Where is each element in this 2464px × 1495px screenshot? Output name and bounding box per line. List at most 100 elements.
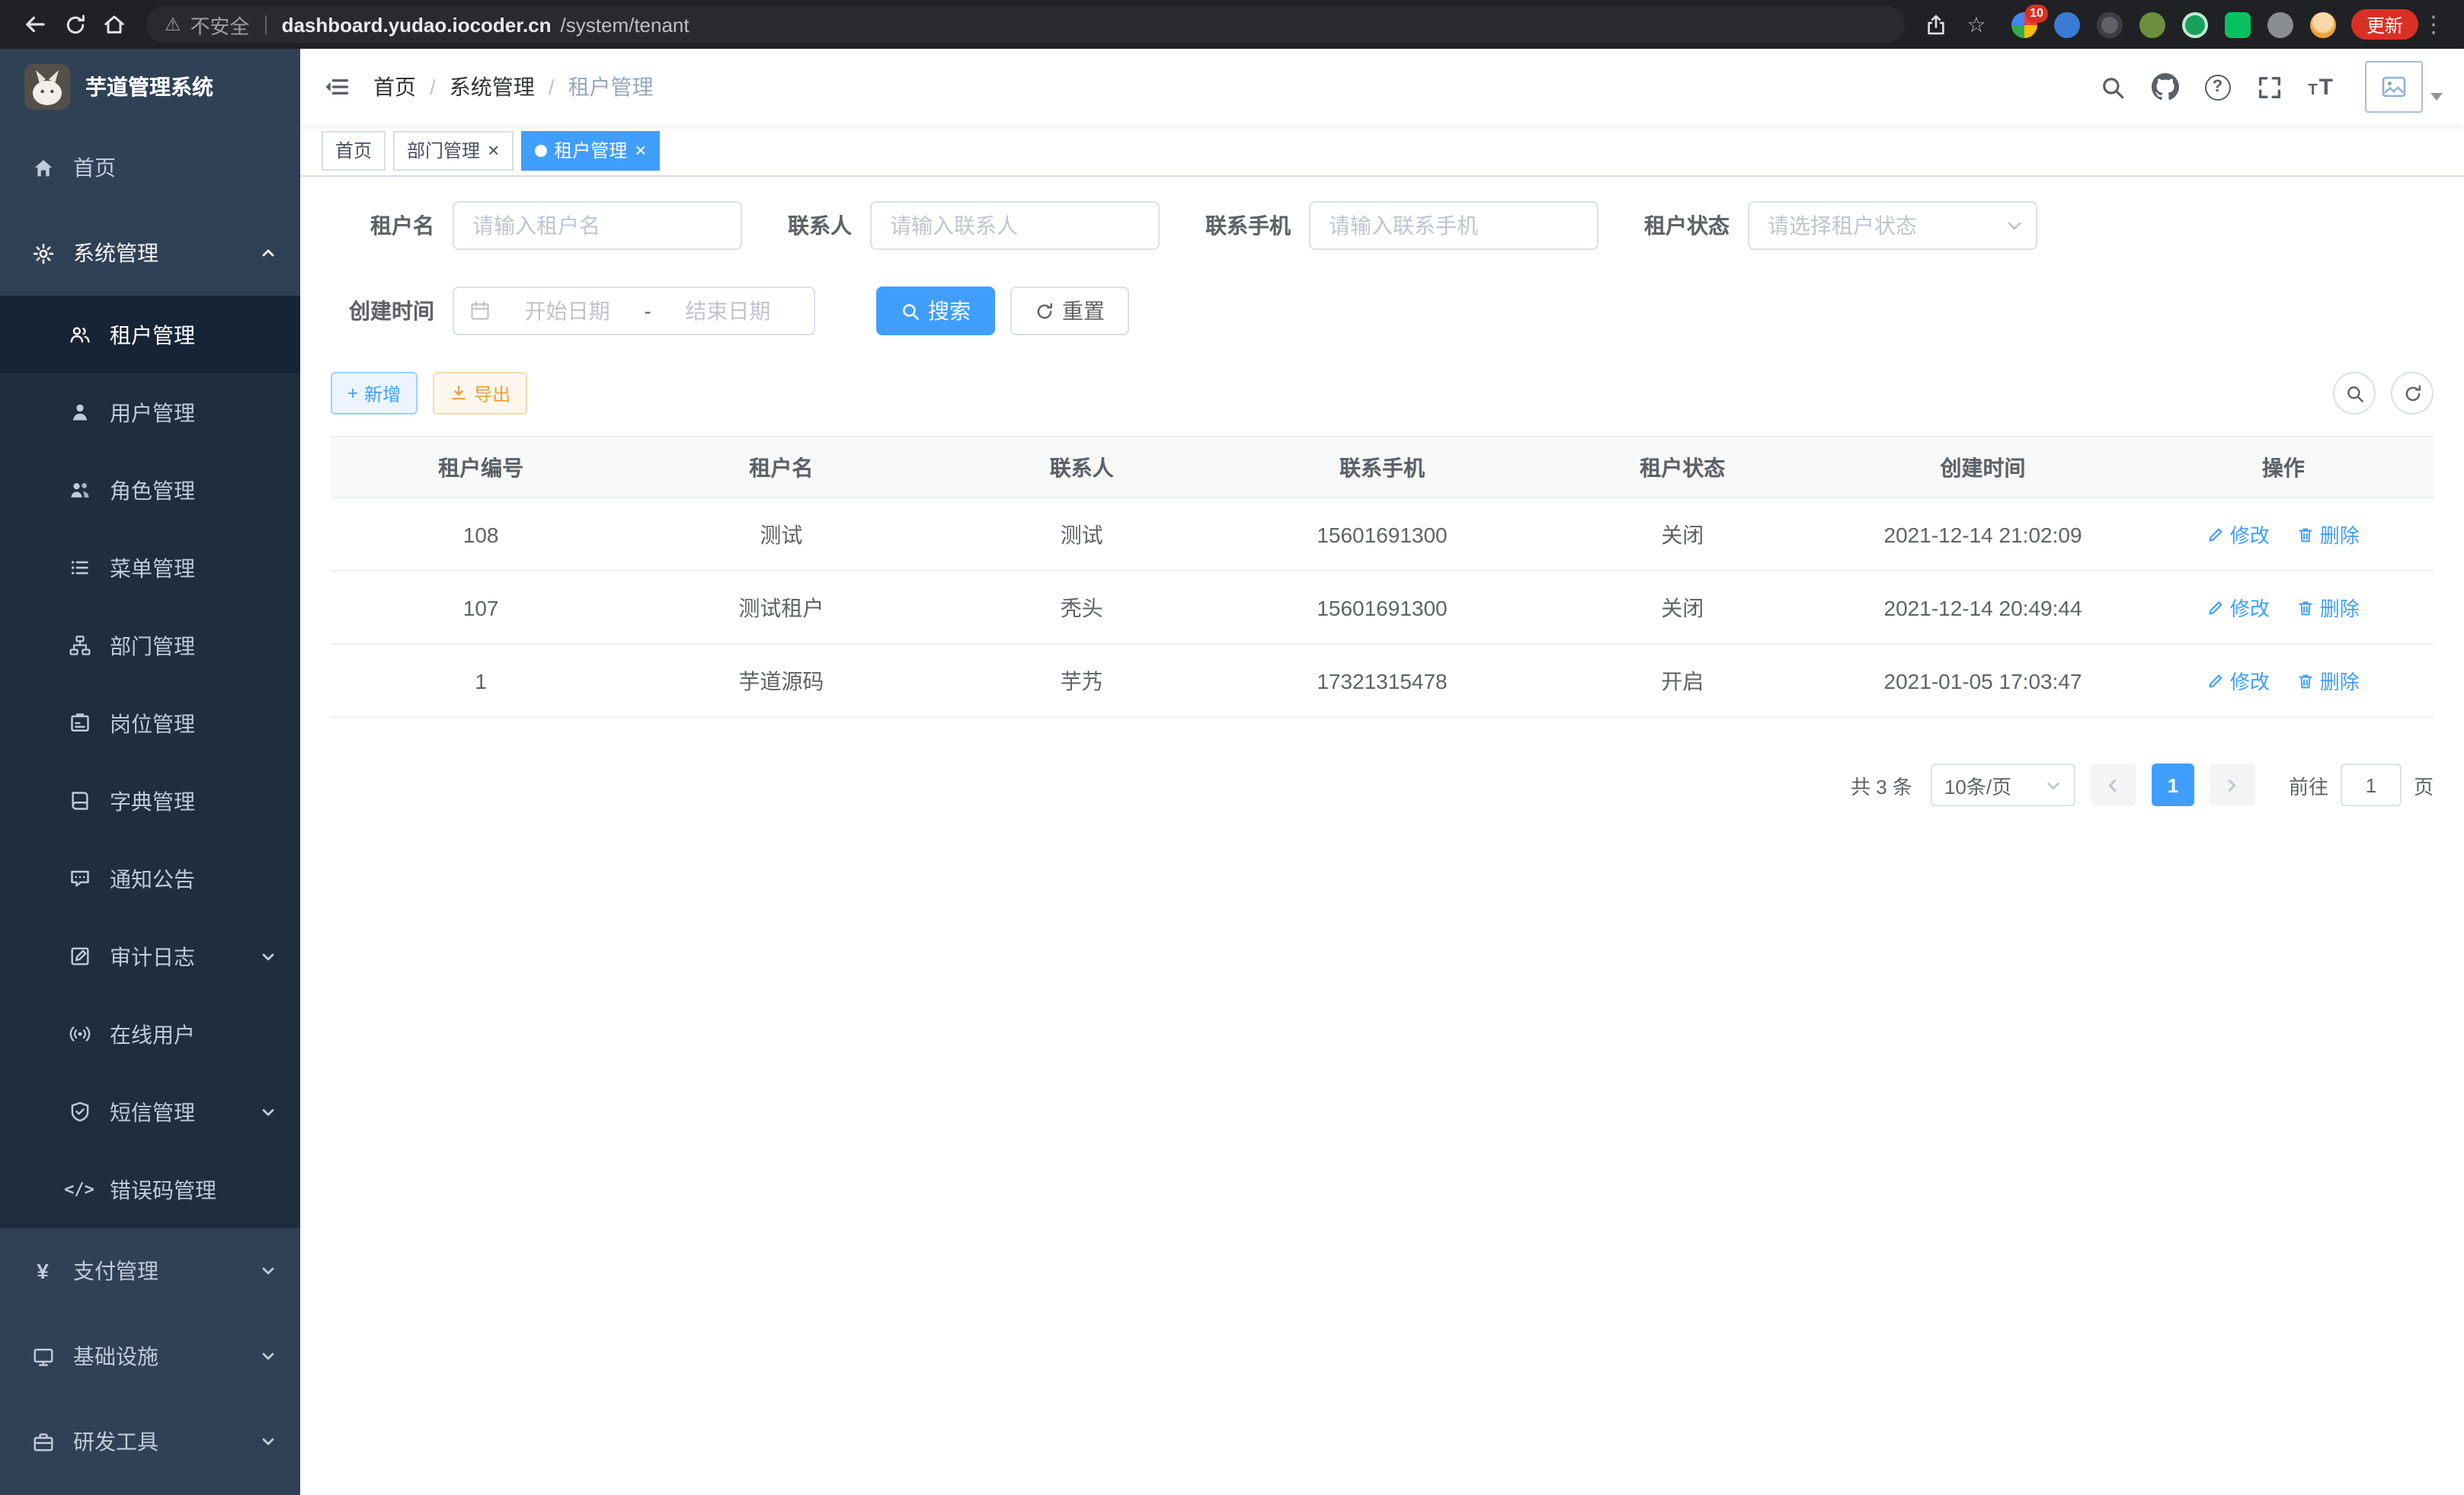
tab-home[interactable]: 首页: [322, 130, 386, 170]
delete-label: 删除: [2320, 520, 2360, 549]
export-button[interactable]: 导出: [433, 372, 527, 415]
header-search-button[interactable]: [2099, 74, 2125, 100]
next-page-button[interactable]: [2210, 764, 2255, 806]
extension-icon[interactable]: [2267, 11, 2293, 37]
share-button[interactable]: [1917, 5, 1957, 44]
sidebar-item-dept[interactable]: 部门管理: [0, 607, 300, 684]
address-bar[interactable]: ⚠ 不安全 dashboard.yudao.iocoder.cn/system/…: [146, 6, 1905, 43]
delete-button[interactable]: 删除: [2297, 666, 2360, 695]
extensions-area: 10: [2011, 11, 2336, 37]
mobile-input[interactable]: [1309, 201, 1598, 250]
browser-home-button[interactable]: [94, 5, 134, 44]
browser-reload-button[interactable]: [55, 5, 94, 44]
breadcrumb: 首页 / 系统管理 / 租户管理: [373, 72, 654, 102]
close-icon[interactable]: ×: [488, 140, 499, 160]
browser-update-button[interactable]: 更新: [2351, 9, 2418, 40]
toggle-search-button[interactable]: [2333, 372, 2376, 415]
contact-input[interactable]: [870, 201, 1160, 250]
delete-button[interactable]: 删除: [2297, 593, 2360, 622]
reset-button[interactable]: 重置: [1010, 287, 1129, 335]
browser-profile-avatar[interactable]: [2310, 11, 2336, 37]
shield-icon: [67, 1100, 91, 1124]
browser-back-button[interactable]: [15, 5, 55, 44]
github-link-button[interactable]: [2151, 73, 2178, 101]
chevron-down-icon: [2005, 216, 2024, 235]
extension-icon[interactable]: [2182, 11, 2208, 37]
extension-icon[interactable]: [2139, 11, 2165, 37]
goto-page-input[interactable]: [2341, 764, 2402, 806]
start-date-placeholder: 开始日期: [497, 296, 638, 326]
sidebar-item-tenant[interactable]: 租户管理: [0, 296, 300, 373]
broken-image-icon: [2382, 76, 2406, 98]
sidebar-item-error-code[interactable]: </> 错误码管理: [0, 1151, 300, 1228]
tab-tenant[interactable]: 租户管理 ×: [520, 130, 660, 170]
edit-button[interactable]: 修改: [2207, 593, 2270, 622]
prev-page-button[interactable]: [2091, 764, 2136, 806]
edit-button[interactable]: 修改: [2207, 520, 2270, 549]
tab-dept[interactable]: 部门管理 ×: [393, 130, 513, 170]
export-button-label: 导出: [474, 380, 510, 406]
sidebar-item-infrastructure[interactable]: 基础设施: [0, 1314, 300, 1399]
search-button[interactable]: 搜索: [876, 287, 995, 335]
app-title: 芋道管理系统: [85, 72, 213, 102]
url-host: dashboard.yudao.iocoder.cn: [282, 13, 552, 36]
edit-button[interactable]: 修改: [2207, 666, 2270, 695]
sidebar-item-dict[interactable]: 字典管理: [0, 762, 300, 840]
code-icon: </>: [67, 1177, 91, 1202]
breadcrumb-system[interactable]: 系统管理: [450, 72, 535, 102]
delete-button[interactable]: 删除: [2297, 520, 2360, 549]
status-select[interactable]: 请选择租户状态: [1748, 201, 2037, 250]
question-icon: ?: [2213, 78, 2222, 96]
sidebar-item-payment[interactable]: ¥ 支付管理: [0, 1228, 300, 1314]
home-icon: [30, 155, 55, 180]
browser-menu-icon[interactable]: ⋮: [2418, 11, 2449, 38]
page-size-select[interactable]: 10条/页: [1931, 764, 2075, 806]
sidebar-item-dev-tools[interactable]: 研发工具: [0, 1399, 300, 1484]
sidebar-item-post[interactable]: 岗位管理: [0, 684, 300, 762]
sidebar-item-sms[interactable]: 短信管理: [0, 1073, 300, 1151]
add-button[interactable]: + 新增: [331, 372, 418, 415]
sidebar-item-user[interactable]: 用户管理: [0, 373, 300, 451]
create-time-label: 创建时间: [331, 296, 453, 326]
user-avatar-menu[interactable]: [2365, 61, 2443, 113]
calendar-icon: [469, 300, 491, 322]
bookmark-star-icon[interactable]: ☆: [1957, 5, 1996, 44]
breadcrumb-home[interactable]: 首页: [373, 72, 416, 102]
help-button[interactable]: ?: [2204, 74, 2230, 100]
rabbit-logo-icon: [24, 64, 70, 110]
sidebar-item-home[interactable]: 首页: [0, 125, 300, 210]
extension-icon[interactable]: [2054, 11, 2080, 37]
sidebar-item-system[interactable]: 系统管理: [0, 210, 300, 296]
cell-contact: 芋艿: [932, 644, 1232, 717]
extension-badge: 10: [2025, 4, 2048, 22]
sidebar-item-label: 审计日志: [110, 941, 195, 972]
sidebar-item-notice[interactable]: 通知公告: [0, 840, 300, 917]
page-unit-label: 页: [2414, 770, 2434, 799]
extension-icon[interactable]: [2097, 11, 2123, 37]
sidebar-item-role[interactable]: 角色管理: [0, 451, 300, 529]
close-icon[interactable]: ×: [635, 140, 646, 160]
app-logo[interactable]: 芋道管理系统: [0, 49, 300, 125]
tenant-table: 租户编号 租户名 联系人 联系手机 租户状态 创建时间 操作 108 测试: [331, 436, 2434, 718]
extension-icon[interactable]: [2225, 11, 2251, 37]
column-header: 操作: [2133, 437, 2434, 498]
sidebar-item-audit-log[interactable]: 审计日志: [0, 917, 300, 995]
trash-icon: [2297, 671, 2315, 690]
contact-label: 联系人: [788, 210, 870, 241]
page-number-button[interactable]: 1: [2152, 764, 2194, 806]
tenant-name-input[interactable]: [453, 201, 742, 250]
sidebar-item-online-users[interactable]: 在线用户: [0, 995, 300, 1073]
book-icon: [67, 789, 91, 813]
date-range-picker[interactable]: 开始日期 - 结束日期: [453, 287, 815, 335]
tags-view-bar: 首页 部门管理 × 租户管理 ×: [300, 125, 2464, 177]
sidebar-item-label: 用户管理: [110, 397, 195, 427]
refresh-icon: [2402, 383, 2422, 403]
refresh-table-button[interactable]: [2391, 372, 2434, 415]
extension-icon[interactable]: 10: [2011, 11, 2037, 37]
fullscreen-button[interactable]: [2256, 74, 2282, 100]
cell-tenant-name: 芋道源码: [631, 644, 931, 717]
sidebar-item-menu[interactable]: 菜单管理: [0, 529, 300, 607]
delete-label: 删除: [2320, 593, 2360, 622]
font-size-button[interactable]: T T: [2308, 75, 2333, 98]
sidebar-toggle-button[interactable]: [300, 49, 373, 125]
